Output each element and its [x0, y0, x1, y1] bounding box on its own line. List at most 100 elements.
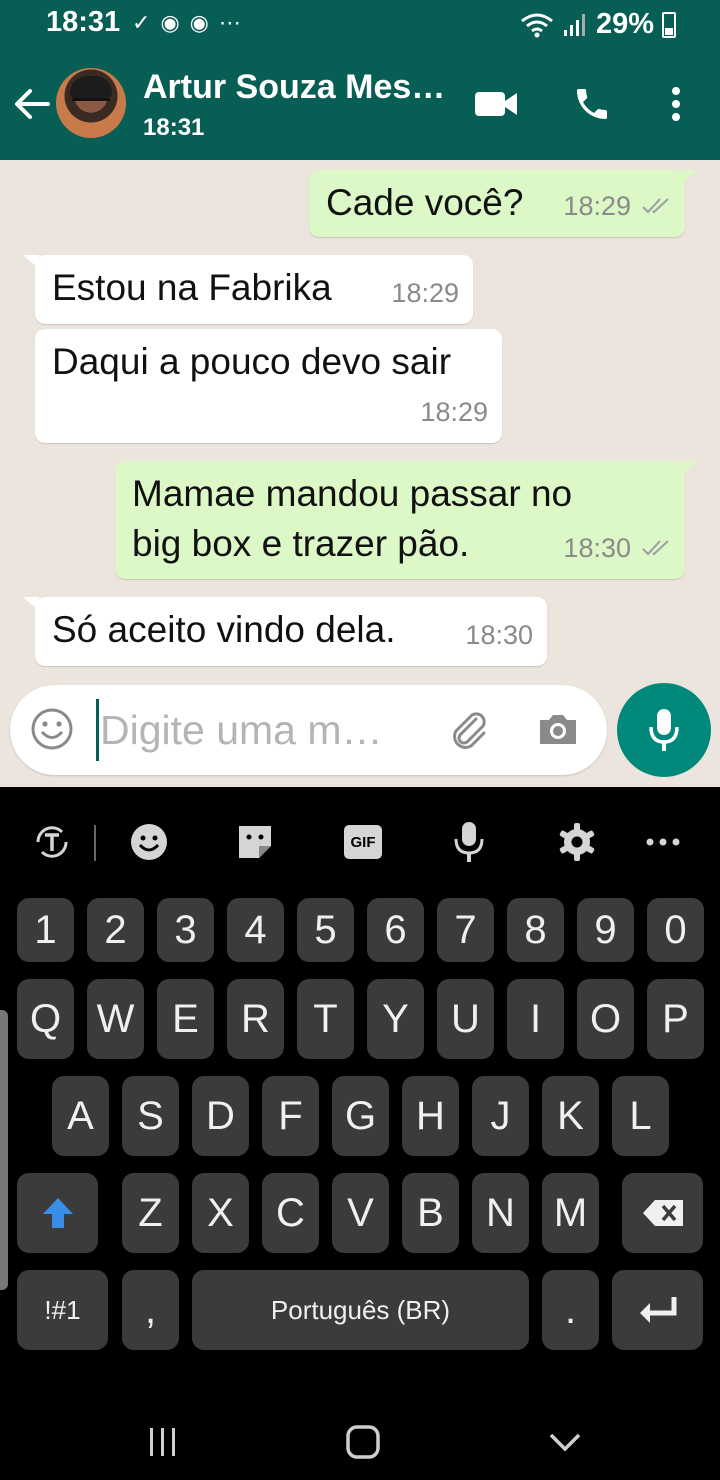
key-o[interactable]: O [577, 979, 634, 1059]
keyboard: G I F 1 2 3 4 5 6 7 8 9 0 Q W E R T Y U I … [0, 787, 720, 1480]
status-time: 18:31 [46, 6, 121, 38]
enter-icon [639, 1297, 676, 1323]
attach-button[interactable] [446, 707, 492, 758]
key-e[interactable]: E [157, 979, 214, 1059]
key-c[interactable]: C [262, 1173, 319, 1253]
key-y[interactable]: Y [367, 979, 424, 1059]
key-0[interactable]: 0 [647, 898, 704, 962]
message-text: Estou na Fabrika [52, 267, 332, 308]
message-bubble-incoming[interactable]: Só aceito vindo dela. 18:30 [23, 597, 547, 666]
home-button[interactable] [338, 1417, 388, 1467]
message-bubble-incoming[interactable]: Estou na Fabrika 18:29 [23, 255, 473, 324]
camera-button[interactable] [536, 707, 580, 756]
nike-app-icon: ✓ [132, 10, 151, 35]
microphone-icon [454, 822, 484, 862]
more-tools-button[interactable] [638, 817, 688, 867]
key-f[interactable]: F [262, 1076, 319, 1156]
sticker-icon [239, 826, 271, 858]
key-m[interactable]: M [542, 1173, 599, 1253]
key-z[interactable]: Z [122, 1173, 179, 1253]
message-input[interactable] [100, 705, 430, 755]
microphone-icon [649, 709, 679, 751]
key-k[interactable]: K [542, 1076, 599, 1156]
key-u[interactable]: U [437, 979, 494, 1059]
translate-button[interactable] [27, 817, 77, 867]
key-p[interactable]: P [647, 979, 704, 1059]
edge-panel-handle[interactable] [0, 1010, 8, 1290]
key-i[interactable]: I [507, 979, 564, 1059]
message-bubble-outgoing[interactable]: Cade você? 18:29 [309, 170, 697, 237]
key-4[interactable]: 4 [227, 898, 284, 962]
key-9[interactable]: 9 [577, 898, 634, 962]
chat-header: Artur Souza Mes… 18:31 [0, 48, 720, 160]
video-call-button[interactable] [472, 80, 520, 128]
battery-percent: 29% [595, 8, 654, 40]
period-key[interactable]: . [542, 1270, 599, 1350]
key-w[interactable]: W [87, 979, 144, 1059]
more-options-button[interactable] [652, 80, 700, 128]
space-key[interactable]: Português (BR) [192, 1270, 529, 1350]
voice-message-button[interactable] [617, 683, 711, 777]
recent-apps-button[interactable] [138, 1417, 188, 1467]
backspace-key[interactable] [622, 1173, 703, 1253]
message-bubble-incoming[interactable]: Daqui a pouco devo sair 18:29 [35, 329, 502, 443]
double-check-icon [642, 540, 669, 556]
symbols-key[interactable]: !#1 [17, 1270, 108, 1350]
key-t[interactable]: T [297, 979, 354, 1059]
key-h[interactable]: H [402, 1076, 459, 1156]
key-a[interactable]: A [52, 1076, 109, 1156]
key-x[interactable]: X [192, 1173, 249, 1253]
paperclip-icon [453, 712, 486, 749]
message-bubble-outgoing[interactable]: Mamae mandou passar no big box e trazer … [115, 461, 697, 579]
message-text: Só aceito vindo dela. [52, 609, 396, 650]
status-bar: 18:31 ✓ ◉ ◉ ⋯ 29% [0, 0, 720, 48]
gif-button[interactable]: GIF [338, 817, 388, 867]
comma-key[interactable]: , [122, 1270, 179, 1350]
key-s[interactable]: S [122, 1076, 179, 1156]
video-camera-icon [475, 92, 517, 116]
key-5[interactable]: 5 [297, 898, 354, 962]
key-8[interactable]: 8 [507, 898, 564, 962]
camera-icon [540, 715, 576, 744]
key-7[interactable]: 7 [437, 898, 494, 962]
key-d[interactable]: D [192, 1076, 249, 1156]
phone-icon [577, 89, 607, 119]
kebab-menu-icon [672, 87, 680, 121]
key-6[interactable]: 6 [367, 898, 424, 962]
sticker-button[interactable] [230, 817, 280, 867]
back-nav-button[interactable] [540, 1417, 590, 1467]
back-button[interactable] [12, 84, 52, 124]
keyboard-toolbar: GIF [0, 787, 720, 897]
battery-icon [662, 11, 676, 38]
keyboard-settings-button[interactable] [552, 817, 602, 867]
emoji-keyboard-button[interactable] [124, 817, 174, 867]
avatar[interactable] [56, 68, 126, 138]
enter-key[interactable] [612, 1270, 703, 1350]
voice-input-button[interactable] [444, 817, 494, 867]
key-v[interactable]: V [332, 1173, 389, 1253]
shift-key[interactable] [17, 1173, 98, 1253]
key-r[interactable]: R [227, 979, 284, 1059]
navigation-bar [0, 1397, 720, 1480]
message-text: Cade você? [326, 182, 524, 223]
key-g[interactable]: G [332, 1076, 389, 1156]
key-j[interactable]: J [472, 1076, 529, 1156]
key-b[interactable]: B [402, 1173, 459, 1253]
key-1[interactable]: 1 [17, 898, 74, 962]
voice-call-button[interactable] [568, 80, 616, 128]
text-cursor [96, 699, 99, 761]
arrow-up-icon [42, 1198, 73, 1228]
chevron-down-icon [549, 1433, 581, 1452]
key-l[interactable]: L [612, 1076, 669, 1156]
contact-name[interactable]: Artur Souza Mes… [143, 68, 445, 107]
message-time: 18:29 [391, 278, 459, 308]
arrow-left-icon [15, 89, 50, 119]
key-2[interactable]: 2 [87, 898, 144, 962]
key-n[interactable]: N [472, 1173, 529, 1253]
chrome-icon-2: ◉ [189, 10, 209, 35]
message-text: Daqui a pouco devo sair [52, 341, 452, 382]
key-q[interactable]: Q [17, 979, 74, 1059]
message-text-line-1: Mamae mandou passar no [132, 473, 573, 514]
key-3[interactable]: 3 [157, 898, 214, 962]
emoji-button[interactable] [30, 707, 74, 756]
